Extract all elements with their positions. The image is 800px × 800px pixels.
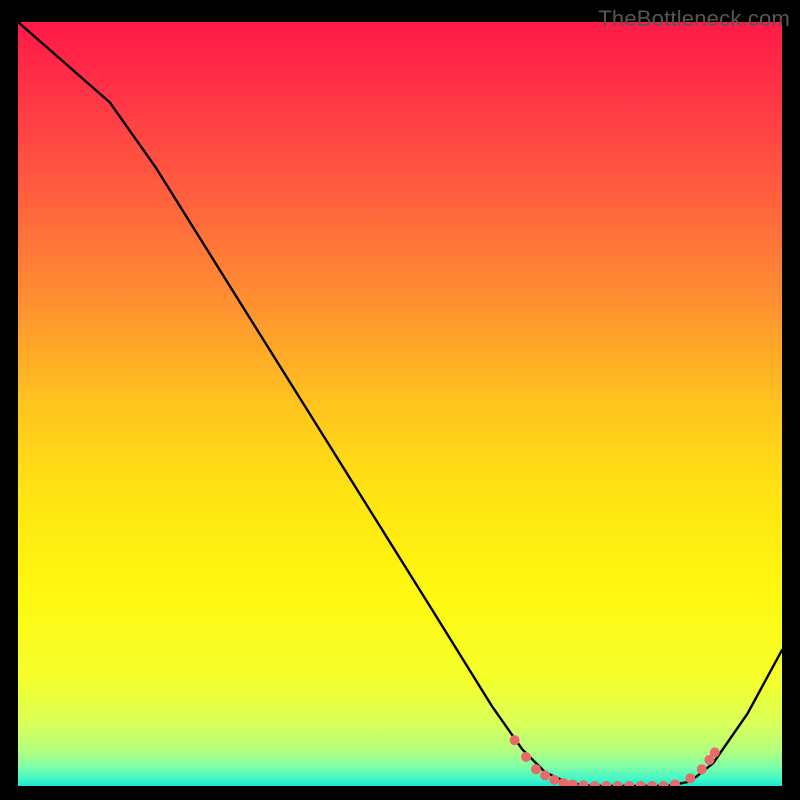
- chart-plot-area: [18, 22, 782, 786]
- chart-dot: [685, 773, 695, 783]
- chart-dot: [697, 764, 707, 774]
- watermark-text: TheBottleneck.com: [598, 6, 790, 32]
- chart-svg: [18, 22, 782, 786]
- chart-dot: [531, 764, 541, 774]
- chart-dot: [549, 775, 559, 785]
- chart-dot: [540, 770, 550, 780]
- chart-dot: [521, 752, 531, 762]
- chart-dot: [710, 747, 720, 757]
- chart-dot: [510, 735, 520, 745]
- chart-frame: TheBottleneck.com: [0, 0, 800, 800]
